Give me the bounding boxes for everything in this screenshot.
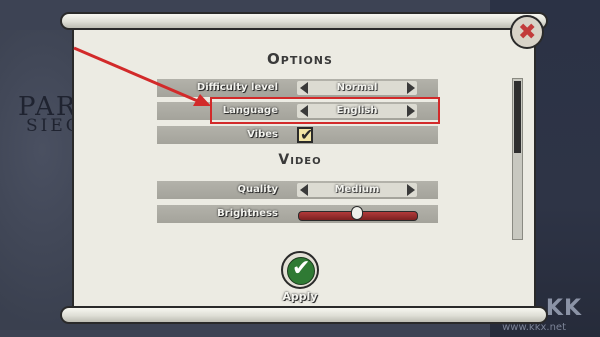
annotation-arrow-icon [73, 46, 211, 106]
